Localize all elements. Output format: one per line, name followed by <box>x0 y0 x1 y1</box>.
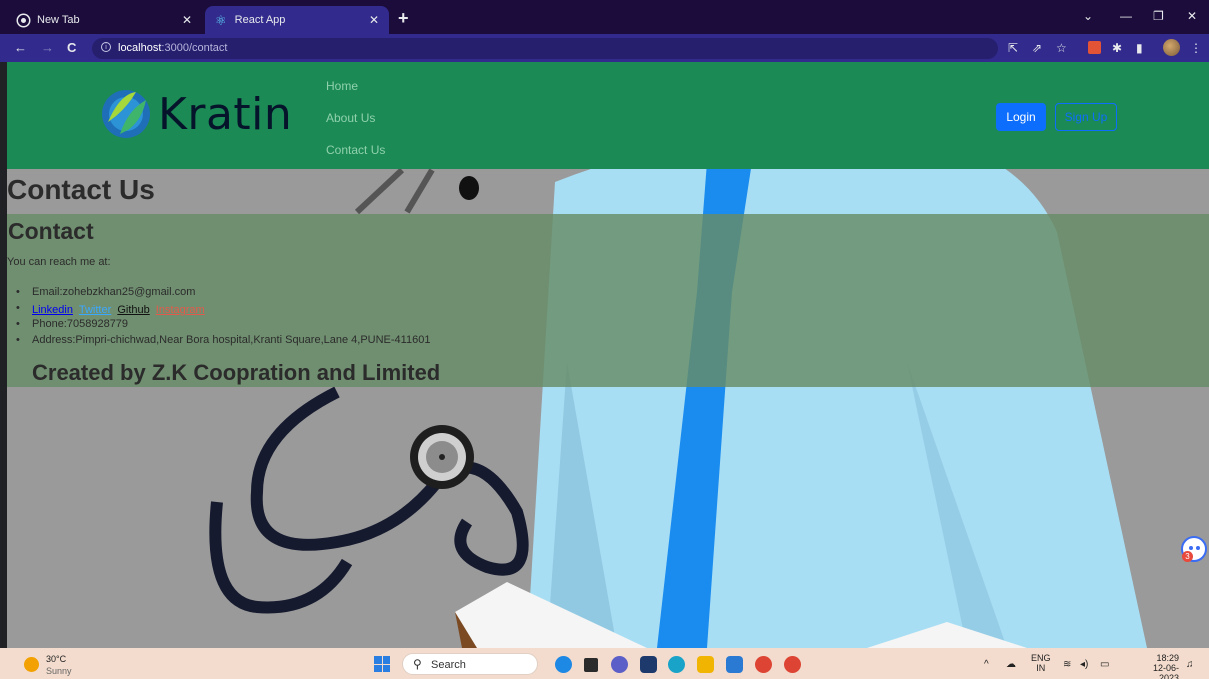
clock[interactable]: 18:29 12-06-2023 <box>1135 653 1179 679</box>
vscode-icon[interactable] <box>726 656 743 673</box>
page-title: Contact Us <box>7 174 155 205</box>
address-bar[interactable]: i localhost:3000/contact <box>92 38 998 59</box>
signup-button[interactable]: Sign Up <box>1055 103 1117 131</box>
social-links: Linkedin Twitter Github Instagram <box>32 304 208 316</box>
tab-new-tab[interactable]: New Tab ✕ <box>8 6 202 34</box>
windows-start-icon[interactable] <box>374 656 390 672</box>
os-taskbar: 30°C Sunny ⚲ Search ^ ☁ ENG IN ≋ ◂) ▭ 18… <box>0 648 1209 679</box>
share-icon[interactable]: ⇗ <box>1032 41 1042 55</box>
site-navbar: Kratin Home About Us Contact Us Login Si… <box>7 62 1209 169</box>
side-panel-icon[interactable]: ▮ <box>1136 41 1143 55</box>
search-placeholder: Search <box>431 659 466 671</box>
wifi-icon[interactable]: ≋ <box>1063 659 1071 670</box>
clock-time: 18:29 <box>1156 653 1179 663</box>
onedrive-icon[interactable]: ☁ <box>1006 659 1016 670</box>
react-icon: ⚛ <box>215 12 227 28</box>
bookmark-star-icon[interactable]: ☆ <box>1056 41 1067 55</box>
battery-icon[interactable]: ▭ <box>1100 659 1109 670</box>
back-icon[interactable]: ← <box>14 40 27 55</box>
minimize-button[interactable]: — <box>1120 9 1132 23</box>
clock-date: 12-06-2023 <box>1152 663 1179 679</box>
contact-title: Contact <box>8 218 94 244</box>
weather-temp: 30°C <box>46 654 67 664</box>
github-link[interactable]: Github <box>117 304 149 316</box>
extension-icon[interactable] <box>1088 41 1101 54</box>
reach-text: You can reach me at: <box>7 256 111 268</box>
address-item: Address:Pimpri-chichwad,Near Bora hospit… <box>16 332 430 348</box>
url-text: localhost:3000/contact <box>118 42 228 54</box>
tab-search-icon[interactable]: ⌄ <box>1083 9 1093 23</box>
lang-code: ENG <box>1031 653 1051 663</box>
nav-link-contact-us[interactable]: Contact Us <box>326 140 385 172</box>
chrome-taskbar-icon[interactable] <box>755 656 772 673</box>
chat-eye <box>1196 546 1200 550</box>
linkedin-link[interactable]: Linkedin <box>32 304 73 316</box>
lang-region: IN <box>1036 663 1046 673</box>
browser-toolbar: ← → C i localhost:3000/contact ⇱ ⇗ ☆ ✱ ▮… <box>0 34 1209 62</box>
site-info-icon[interactable]: i <box>101 42 111 52</box>
weather-sun-icon[interactable] <box>24 657 39 672</box>
tab-react-app[interactable]: ⚛ React App ✕ <box>205 6 389 34</box>
page-viewport: Kratin Home About Us Contact Us Login Si… <box>7 62 1209 648</box>
nav-link-about-us[interactable]: About Us <box>326 108 385 140</box>
tab-title: React App <box>234 14 286 26</box>
install-app-icon[interactable]: ⇱ <box>1008 41 1018 55</box>
edge-icon[interactable] <box>668 656 685 673</box>
restore-button[interactable]: ❐ <box>1153 9 1164 23</box>
language-indicator[interactable]: ENG IN <box>1031 653 1051 673</box>
bing-icon[interactable] <box>555 656 572 673</box>
close-icon[interactable]: ✕ <box>182 13 192 27</box>
notification-bell-icon[interactable]: ♫ <box>1186 659 1194 670</box>
tab-title: New Tab <box>37 14 80 26</box>
screen: New Tab ✕ ⚛ React App ✕ + ⌄ — ❐ ✕ ← → C … <box>0 0 1209 679</box>
forward-icon[interactable]: → <box>41 40 54 55</box>
chrome-icon <box>18 14 29 26</box>
taskbar-search[interactable]: ⚲ Search <box>402 653 538 675</box>
store-icon[interactable] <box>640 656 657 673</box>
close-icon[interactable]: ✕ <box>369 13 379 27</box>
email-item: Email:zohebzkhan25@gmail.com <box>16 284 430 300</box>
teams-chat-icon[interactable] <box>611 656 628 673</box>
brand-name: Kratin <box>158 88 293 140</box>
menu-dots-icon[interactable]: ⋮ <box>1190 41 1202 55</box>
kratin-leaf-icon <box>102 90 150 138</box>
weather-condition: Sunny <box>46 666 72 676</box>
contact-list: Email:zohebzkhan25@gmail.com Phone:70589… <box>16 284 430 348</box>
phone-item: Phone:7058928779 <box>16 316 430 332</box>
login-button[interactable]: Login <box>996 103 1046 131</box>
profile-avatar[interactable] <box>1163 39 1180 56</box>
tray-overflow-icon[interactable]: ^ <box>984 659 989 670</box>
task-view-icon[interactable] <box>584 658 598 672</box>
chrome-profile-taskbar-icon[interactable] <box>784 656 801 673</box>
search-icon: ⚲ <box>413 657 422 671</box>
nav-link-home[interactable]: Home <box>326 76 385 108</box>
reload-icon[interactable]: C <box>67 40 76 55</box>
chat-notification-badge: 3 <box>1182 551 1193 562</box>
chat-eye <box>1189 546 1193 550</box>
file-explorer-icon[interactable] <box>697 656 714 673</box>
twitter-link[interactable]: Twitter <box>79 304 111 316</box>
brand-logo[interactable]: Kratin <box>98 86 292 142</box>
instagram-link[interactable]: Instagram <box>156 304 205 316</box>
volume-icon[interactable]: ◂) <box>1080 659 1088 670</box>
extensions-puzzle-icon[interactable]: ✱ <box>1112 41 1122 55</box>
window-close-button[interactable]: ✕ <box>1187 9 1197 23</box>
contact-section: Contact You can reach me at: Email:zoheb… <box>7 214 1209 387</box>
new-tab-button[interactable]: + <box>398 8 409 29</box>
creator-credit: Created by Z.K Coopration and Limited <box>32 360 441 385</box>
nav-links: Home About Us Contact Us <box>326 76 385 172</box>
browser-tab-strip: New Tab ✕ ⚛ React App ✕ + ⌄ — ❐ ✕ <box>0 0 1209 34</box>
